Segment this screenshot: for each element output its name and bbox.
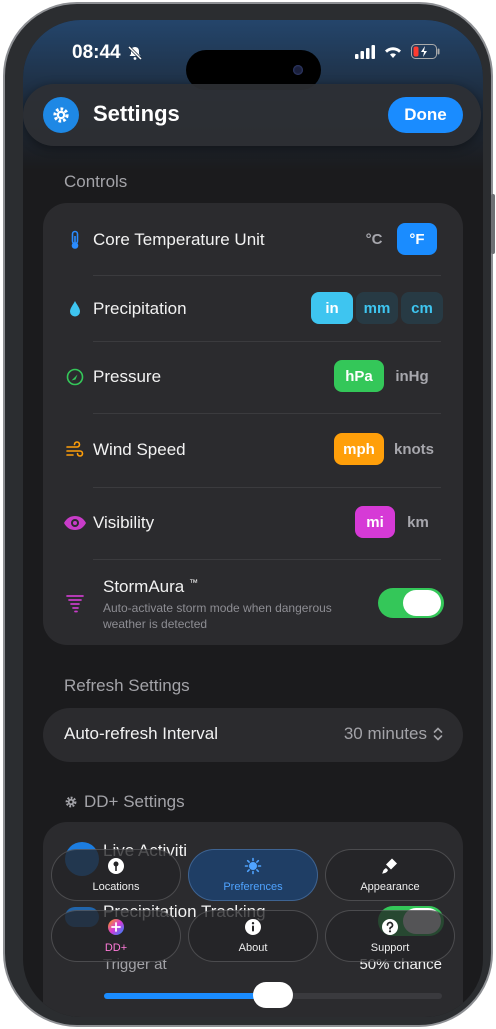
slider-fill [104,993,273,999]
temperature-unit-label: Core Temperature Unit [93,230,265,249]
tab-about[interactable]: About [188,910,318,962]
visibility-segmented: mi km [355,506,438,538]
visibility-label: Visibility [93,513,155,532]
option-inhg[interactable]: inHg [387,360,437,392]
gear-icon [65,796,77,808]
option-fahrenheit[interactable]: °F [397,223,437,255]
auto-refresh-picker[interactable]: 30 minutes [344,724,443,744]
stormaura-description: Auto-activate storm mode when dangerous … [103,600,332,632]
visibility-row: Visibility mi km [43,487,463,559]
phone-frame: 08:44 Settings Done Controls Core Temper… [3,2,495,1027]
bell-slash-icon [127,45,142,61]
status-icons [355,44,441,59]
temperature-unit-segmented: °C °F [354,223,437,255]
question-icon [382,919,398,935]
wind-icon [66,441,84,457]
wind-speed-row: Wind Speed mph knots [43,413,463,487]
pressure-label: Pressure [93,367,162,386]
option-mph[interactable]: mph [334,433,384,465]
pressure-row: Pressure hPa inHg [43,341,463,413]
tab-label: Appearance [360,881,420,893]
tab-locations[interactable]: Locations [51,849,181,901]
precipitation-row: Precipitation in mm cm [43,275,463,341]
tab-label: Support [370,942,410,954]
gauge-icon [66,368,84,386]
wind-speed-segmented: mph knots [334,433,441,465]
option-in[interactable]: in [311,292,353,324]
auto-refresh-label: Auto-refresh Interval [64,724,219,743]
tab-ddplus[interactable]: DD+ [51,910,181,962]
slider-thumb[interactable] [253,982,293,1008]
option-celsius[interactable]: °C [354,223,394,255]
wind-speed-label: Wind Speed [93,440,186,459]
status-time: 08:44 [72,42,121,63]
stormaura-title: StormAura [103,577,185,596]
ddplus-section-header: DD+ Settings [64,792,185,812]
stormaura-description-line: Auto-activate storm mode when dangerous [103,601,332,615]
droplet-icon [70,301,80,317]
option-knots[interactable]: knots [387,433,441,465]
cellular-signal-icon [355,44,375,59]
tab-label: DD+ [104,942,128,954]
tab-preferences[interactable]: Preferences [188,849,318,901]
plus-circle-icon [108,919,124,935]
status-time-group: 08:44 [72,42,143,64]
controls-card: Core Temperature Unit °C °F Precipitatio… [43,203,463,645]
page-title: Settings [93,101,180,126]
status-bar: 08:44 [23,40,483,90]
precipitation-segmented: in mm cm [311,292,443,324]
trigger-slider[interactable] [104,982,442,1008]
tab-label: About [238,942,268,954]
thermometer-icon [71,230,79,249]
camera-icon [293,65,303,75]
option-km[interactable]: km [398,506,438,538]
chevron-up-down-icon [433,727,443,741]
battery-charging-icon [411,44,440,59]
option-mm[interactable]: mm [356,292,398,324]
auto-refresh-value: 30 minutes [343,724,427,743]
toggle-knob [403,590,441,616]
tornado-icon [66,595,84,613]
eye-icon [64,516,86,530]
controls-section-title: Controls [64,172,128,191]
tab-label: Preferences [223,881,283,893]
done-button[interactable]: Done [388,97,463,133]
info-icon [245,919,261,935]
screen: 08:44 Settings Done Controls Core Temper… [23,20,483,1017]
ddplus-section-title: DD+ Settings [84,792,185,811]
stormaura-title-group: StormAura ™ [103,577,198,597]
option-hpa[interactable]: hPa [334,360,384,392]
option-cm[interactable]: cm [401,292,443,324]
wifi-icon [385,47,401,58]
stormaura-description-line: weather is detected [103,617,208,631]
settings-header: Settings Done [23,84,481,146]
precipitation-label: Precipitation [93,299,187,318]
sun-gear-icon [244,857,262,875]
tab-support[interactable]: Support [325,910,455,962]
settings-gear-icon [43,97,79,133]
option-mi[interactable]: mi [355,506,395,538]
side-button [491,194,495,254]
stormaura-row: StormAura ™ Auto-activate storm mode whe… [43,559,463,645]
paintbrush-icon [382,858,397,874]
stormaura-toggle[interactable] [378,588,444,618]
pin-icon [108,858,124,874]
tab-appearance[interactable]: Appearance [325,849,455,901]
auto-refresh-row[interactable]: Auto-refresh Interval 30 minutes [43,708,463,762]
temperature-unit-row: Core Temperature Unit °C °F [43,203,463,275]
tab-label: Locations [92,881,140,893]
pressure-segmented: hPa inHg [334,360,437,392]
trademark: ™ [188,577,198,588]
refresh-section-title: Refresh Settings [64,676,190,695]
